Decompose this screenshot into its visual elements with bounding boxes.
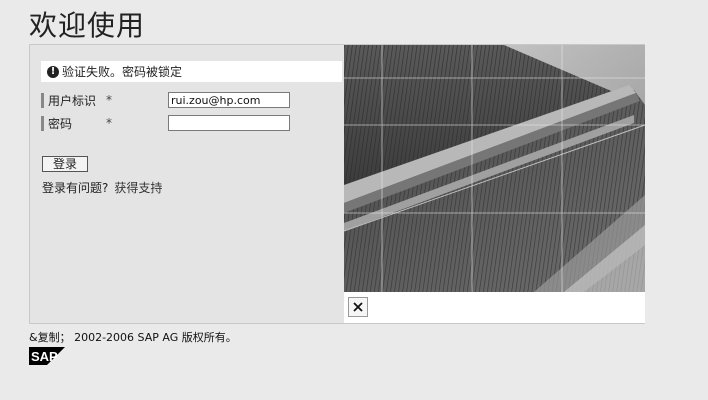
image-pane <box>344 45 645 323</box>
field-marker <box>41 115 44 131</box>
broken-image-icon <box>348 297 368 317</box>
password-label: 密码 <box>48 116 73 131</box>
sap-logo: SAP <box>29 347 65 365</box>
building-photo <box>344 45 645 292</box>
copyright-text: &复制； 2002-2006 SAP AG 版权所有。 <box>29 331 237 344</box>
svg-text:SAP: SAP <box>31 349 58 364</box>
password-row: 密码 * <box>41 115 290 131</box>
login-panel: ! 验证失败。密码被锁定 用户标识 * 密码 * 登录 登录有问题? 获得支持 <box>29 44 645 324</box>
user-id-label: 用户标识 <box>48 93 97 108</box>
required-marker: * <box>106 116 112 130</box>
user-id-input[interactable] <box>168 92 290 108</box>
error-message-bar: ! 验证失败。密码被锁定 <box>41 61 342 82</box>
login-form: ! 验证失败。密码被锁定 用户标识 * 密码 * 登录 登录有问题? 获得支持 <box>30 45 344 323</box>
login-button[interactable]: 登录 <box>42 156 88 172</box>
user-id-row: 用户标识 * <box>41 92 290 108</box>
login-help: 登录有问题? 获得支持 <box>42 179 162 196</box>
password-input[interactable] <box>168 115 290 131</box>
field-marker <box>41 92 44 108</box>
required-marker: * <box>106 93 112 107</box>
image-placeholder-strip <box>344 292 645 323</box>
error-message-text: 验证失败。密码被锁定 <box>62 65 183 79</box>
page-title: 欢迎使用 <box>29 9 146 42</box>
get-support-link[interactable]: 获得支持 <box>114 181 162 195</box>
login-help-text: 登录有问题? <box>42 181 109 195</box>
exclamation-circle-icon: ! <box>47 65 59 78</box>
